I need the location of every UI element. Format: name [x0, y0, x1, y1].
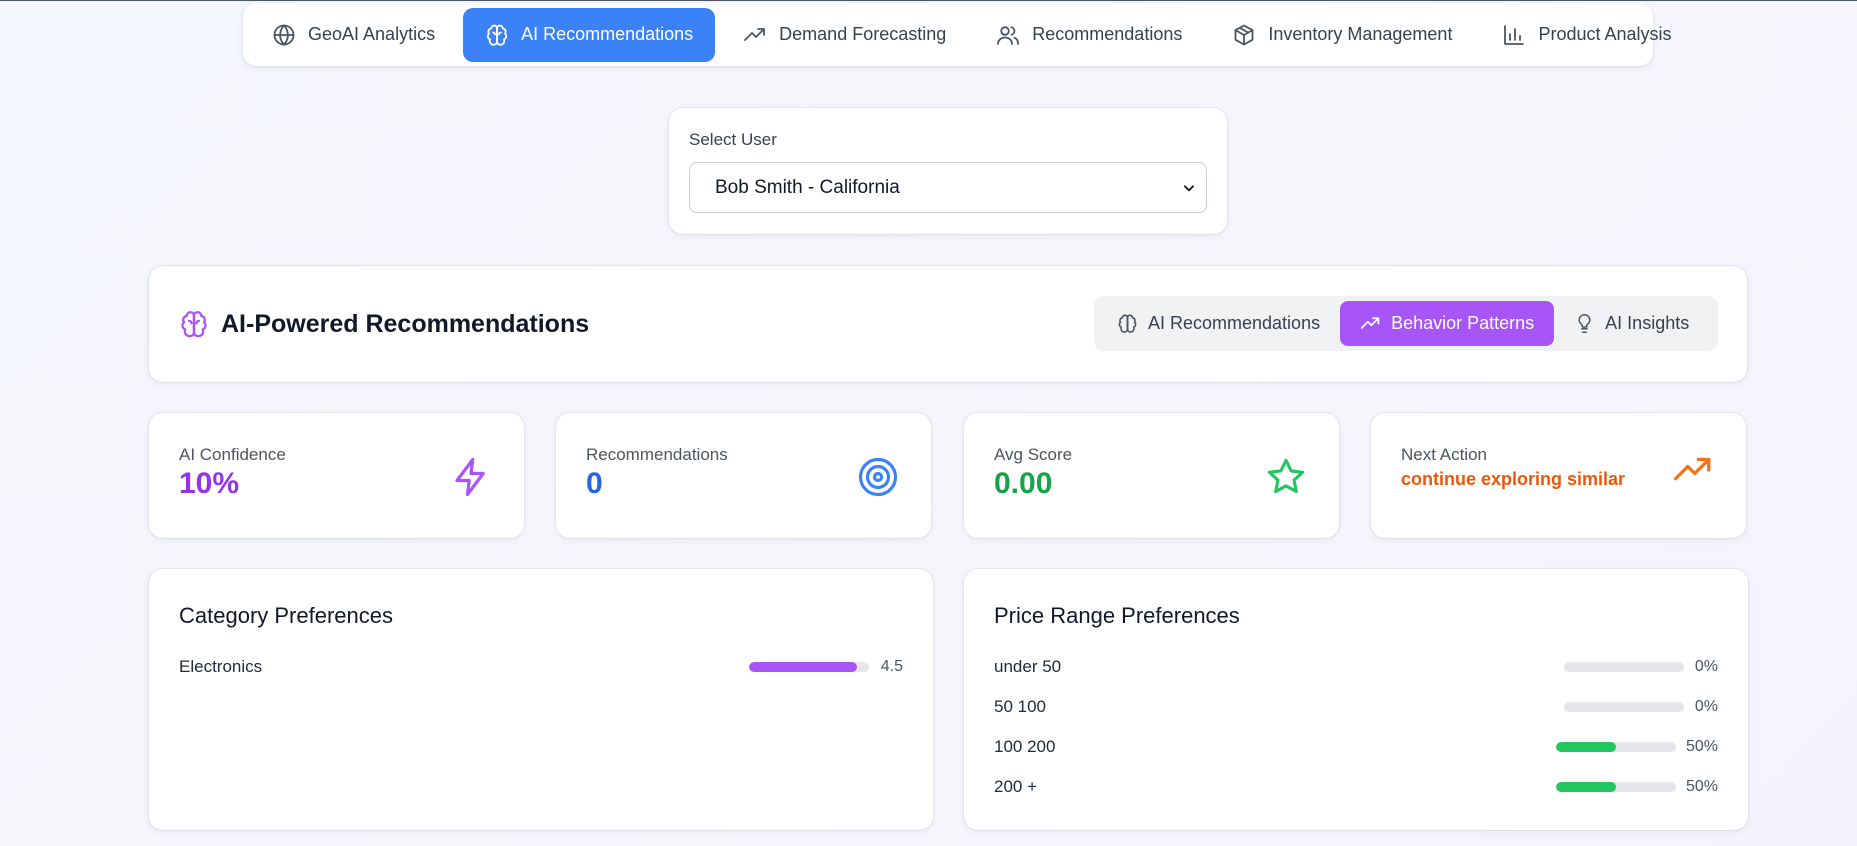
- nav-geoai-analytics[interactable]: GeoAI Analytics: [250, 8, 457, 62]
- trending-up-icon: [1360, 317, 1380, 329]
- users-icon: [997, 25, 1020, 45]
- stat-avg-score: Avg Score 0.00: [964, 413, 1339, 538]
- nav-recommendations[interactable]: Recommendations: [974, 8, 1204, 62]
- tab-label: AI Insights: [1605, 313, 1690, 333]
- progress-fill: [749, 662, 857, 672]
- user-select[interactable]: Bob Smith - California: [689, 162, 1207, 213]
- panel-title: Price Range Preferences: [994, 603, 1240, 628]
- top-nav: GeoAI Analytics AI Recommendations Deman…: [243, 3, 1672, 66]
- category-preferences-panel: Category Preferences Electronics 4.5: [149, 569, 933, 830]
- nav-label: Demand Forecasting: [779, 24, 947, 44]
- tab-label: AI Recommendations: [1148, 313, 1321, 333]
- page-title-text: AI-Powered Recommendations: [221, 309, 590, 338]
- stat-label: AI Confidence: [179, 445, 286, 464]
- list-item: 50 100 0%: [994, 687, 1718, 727]
- stat-ai-confidence: AI Confidence 10%: [149, 413, 524, 538]
- user-select-label: Select User: [689, 130, 777, 149]
- stat-label: Recommendations: [586, 445, 728, 464]
- tab-behavior-patterns[interactable]: Behavior Patterns: [1340, 301, 1555, 346]
- nav-label: Recommendations: [1032, 24, 1183, 44]
- stat-recommendations: Recommendations 0: [556, 413, 931, 538]
- progress-fill: [1555, 782, 1616, 792]
- stat-value: 0: [586, 467, 603, 500]
- nav-label: AI Recommendations: [521, 24, 694, 44]
- progress-bar: [749, 662, 869, 672]
- price-range-preferences-panel: Price Range Preferences under 50 0% 50 1…: [964, 569, 1748, 830]
- nav-ai-recommendations[interactable]: AI Recommendations: [463, 7, 716, 62]
- nav-product-analysis[interactable]: Product Analysis: [1480, 8, 1693, 62]
- brain-icon: [1118, 314, 1137, 333]
- price-range-percent: 0%: [1694, 698, 1718, 715]
- nav-label: Product Analysis: [1538, 24, 1672, 44]
- star-icon: [1267, 458, 1305, 494]
- package-icon: [1234, 24, 1254, 45]
- progress-bar: [1555, 742, 1676, 752]
- progress-bar: [1555, 782, 1676, 792]
- stat-value: 10%: [179, 467, 240, 500]
- list-item: Electronics 4.5: [179, 647, 903, 687]
- price-range-name: 100 200: [994, 737, 1056, 756]
- price-range-name: under 50: [994, 657, 1062, 676]
- view-tabs: AI Recommendations Behavior Patterns AI …: [1094, 296, 1718, 351]
- nav-demand-forecasting[interactable]: Demand Forecasting: [721, 8, 968, 62]
- progress-fill: [1555, 742, 1616, 752]
- nav-inventory-management[interactable]: Inventory Management: [1210, 8, 1474, 62]
- tab-ai-recommendations[interactable]: AI Recommendations: [1099, 301, 1338, 346]
- progress-bar: [1564, 702, 1684, 712]
- globe-icon: [273, 24, 295, 45]
- nav-label: GeoAI Analytics: [308, 24, 436, 44]
- target-icon: [858, 457, 898, 497]
- nav-label: Inventory Management: [1268, 24, 1453, 44]
- brain-icon: [181, 311, 207, 338]
- user-select-value: Bob Smith - California: [715, 176, 900, 198]
- recommendations-header: AI-Powered Recommendations AI Recommenda…: [149, 266, 1747, 382]
- page-title: AI-Powered Recommendations: [179, 266, 589, 382]
- list-item: 200 + 50%: [994, 767, 1718, 807]
- zap-icon: [455, 457, 485, 497]
- category-score: 4.5: [880, 658, 903, 675]
- price-range-percent: 0%: [1694, 658, 1718, 675]
- stat-value: 0.00: [994, 467, 1053, 500]
- user-select-card: Select User Bob Smith - California: [669, 108, 1227, 234]
- progress-bar: [1564, 662, 1684, 672]
- trending-up-icon: [744, 27, 766, 41]
- price-range-percent: 50%: [1685, 778, 1718, 795]
- price-range-percent: 50%: [1685, 738, 1718, 755]
- tab-label: Behavior Patterns: [1391, 313, 1535, 333]
- chevron-down-icon: [1184, 184, 1194, 191]
- category-name: Electronics: [179, 657, 263, 676]
- panel-title: Category Preferences: [179, 603, 393, 628]
- lightbulb-icon: [1578, 313, 1591, 334]
- stat-value: continue exploring similar: [1401, 469, 1626, 489]
- trending-up-icon: [1673, 457, 1711, 481]
- stat-next-action: Next Action continue exploring similar: [1371, 413, 1746, 538]
- tab-ai-insights[interactable]: AI Insights: [1556, 301, 1707, 346]
- stat-label: Avg Score: [994, 445, 1073, 464]
- list-item: 100 200 50%: [994, 727, 1718, 767]
- list-item: under 50 0%: [994, 647, 1718, 687]
- stat-label: Next Action: [1401, 445, 1487, 464]
- price-range-name: 50 100: [994, 697, 1046, 716]
- bar-chart-icon: [1504, 24, 1525, 45]
- brain-icon: [486, 24, 508, 46]
- price-range-name: 200 +: [994, 777, 1038, 796]
